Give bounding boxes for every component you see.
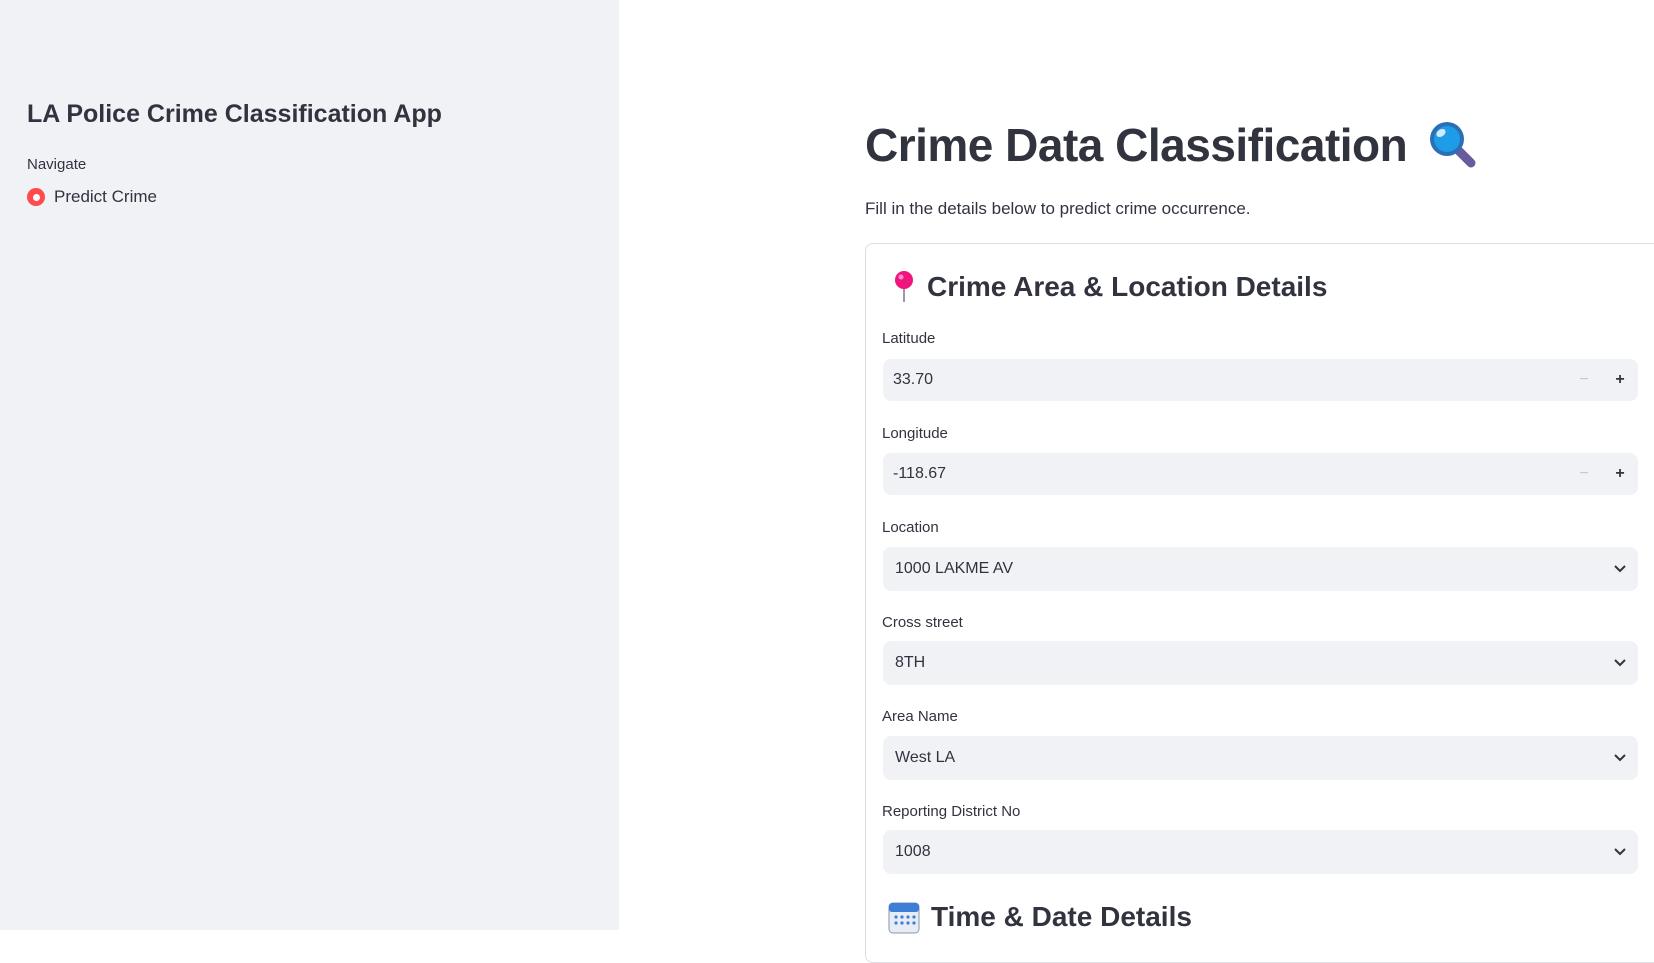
chevron-down-icon[interactable]: [1602, 847, 1638, 857]
page-title: Crime Data Classification: [865, 118, 1479, 172]
radio-option-predict-crime[interactable]: Predict Crime: [27, 187, 157, 207]
longitude-value[interactable]: -118.67: [883, 465, 1566, 483]
radio-option-label: Predict Crime: [54, 187, 157, 206]
minus-icon[interactable]: −: [1566, 453, 1602, 495]
reporting-district-label: Reporting District No: [882, 803, 1021, 820]
area-name-label: Area Name: [882, 708, 958, 725]
round-pushpin-icon: [891, 270, 917, 304]
cross-street-select[interactable]: 8TH: [883, 641, 1638, 685]
radio-selected-icon[interactable]: [27, 188, 45, 206]
page-title-text: Crime Data Classification: [865, 119, 1408, 171]
longitude-input[interactable]: -118.67 − +: [883, 453, 1638, 495]
latitude-input[interactable]: 33.70 − +: [883, 359, 1638, 401]
plus-icon[interactable]: +: [1602, 359, 1638, 401]
chevron-down-icon[interactable]: [1602, 564, 1638, 574]
section-title: Crime Area & Location Details: [927, 271, 1328, 302]
longitude-label: Longitude: [882, 425, 948, 442]
area-name-value: West LA: [895, 749, 956, 766]
section-header-time: Time & Date Details: [888, 900, 1192, 934]
calendar-icon: [888, 900, 920, 934]
latitude-value[interactable]: 33.70: [883, 371, 1566, 389]
reporting-district-value: 1008: [895, 843, 931, 860]
latitude-label: Latitude: [882, 330, 936, 347]
area-name-select[interactable]: West LA: [883, 736, 1638, 780]
minus-icon[interactable]: −: [1566, 359, 1602, 401]
cross-street-label: Cross street: [882, 614, 963, 631]
nav-label: Navigate: [27, 156, 87, 173]
magnifying-glass-icon: [1427, 119, 1479, 171]
sidebar: LA Police Crime Classification App Navig…: [0, 0, 619, 930]
section-header-location: Crime Area & Location Details: [891, 270, 1327, 304]
plus-icon[interactable]: +: [1602, 453, 1638, 495]
reporting-district-select[interactable]: 1008: [883, 830, 1638, 874]
location-select[interactable]: 1000 LAKME AV: [883, 547, 1638, 591]
page-caption: Fill in the details below to predict cri…: [865, 199, 1251, 218]
chevron-down-icon[interactable]: [1602, 753, 1638, 763]
location-value: 1000 LAKME AV: [895, 560, 1013, 577]
sidebar-title: LA Police Crime Classification App: [27, 100, 442, 128]
location-label: Location: [882, 519, 939, 536]
cross-street-value: 8TH: [895, 654, 926, 671]
section-title: Time & Date Details: [931, 901, 1192, 932]
chevron-down-icon[interactable]: [1602, 658, 1638, 668]
